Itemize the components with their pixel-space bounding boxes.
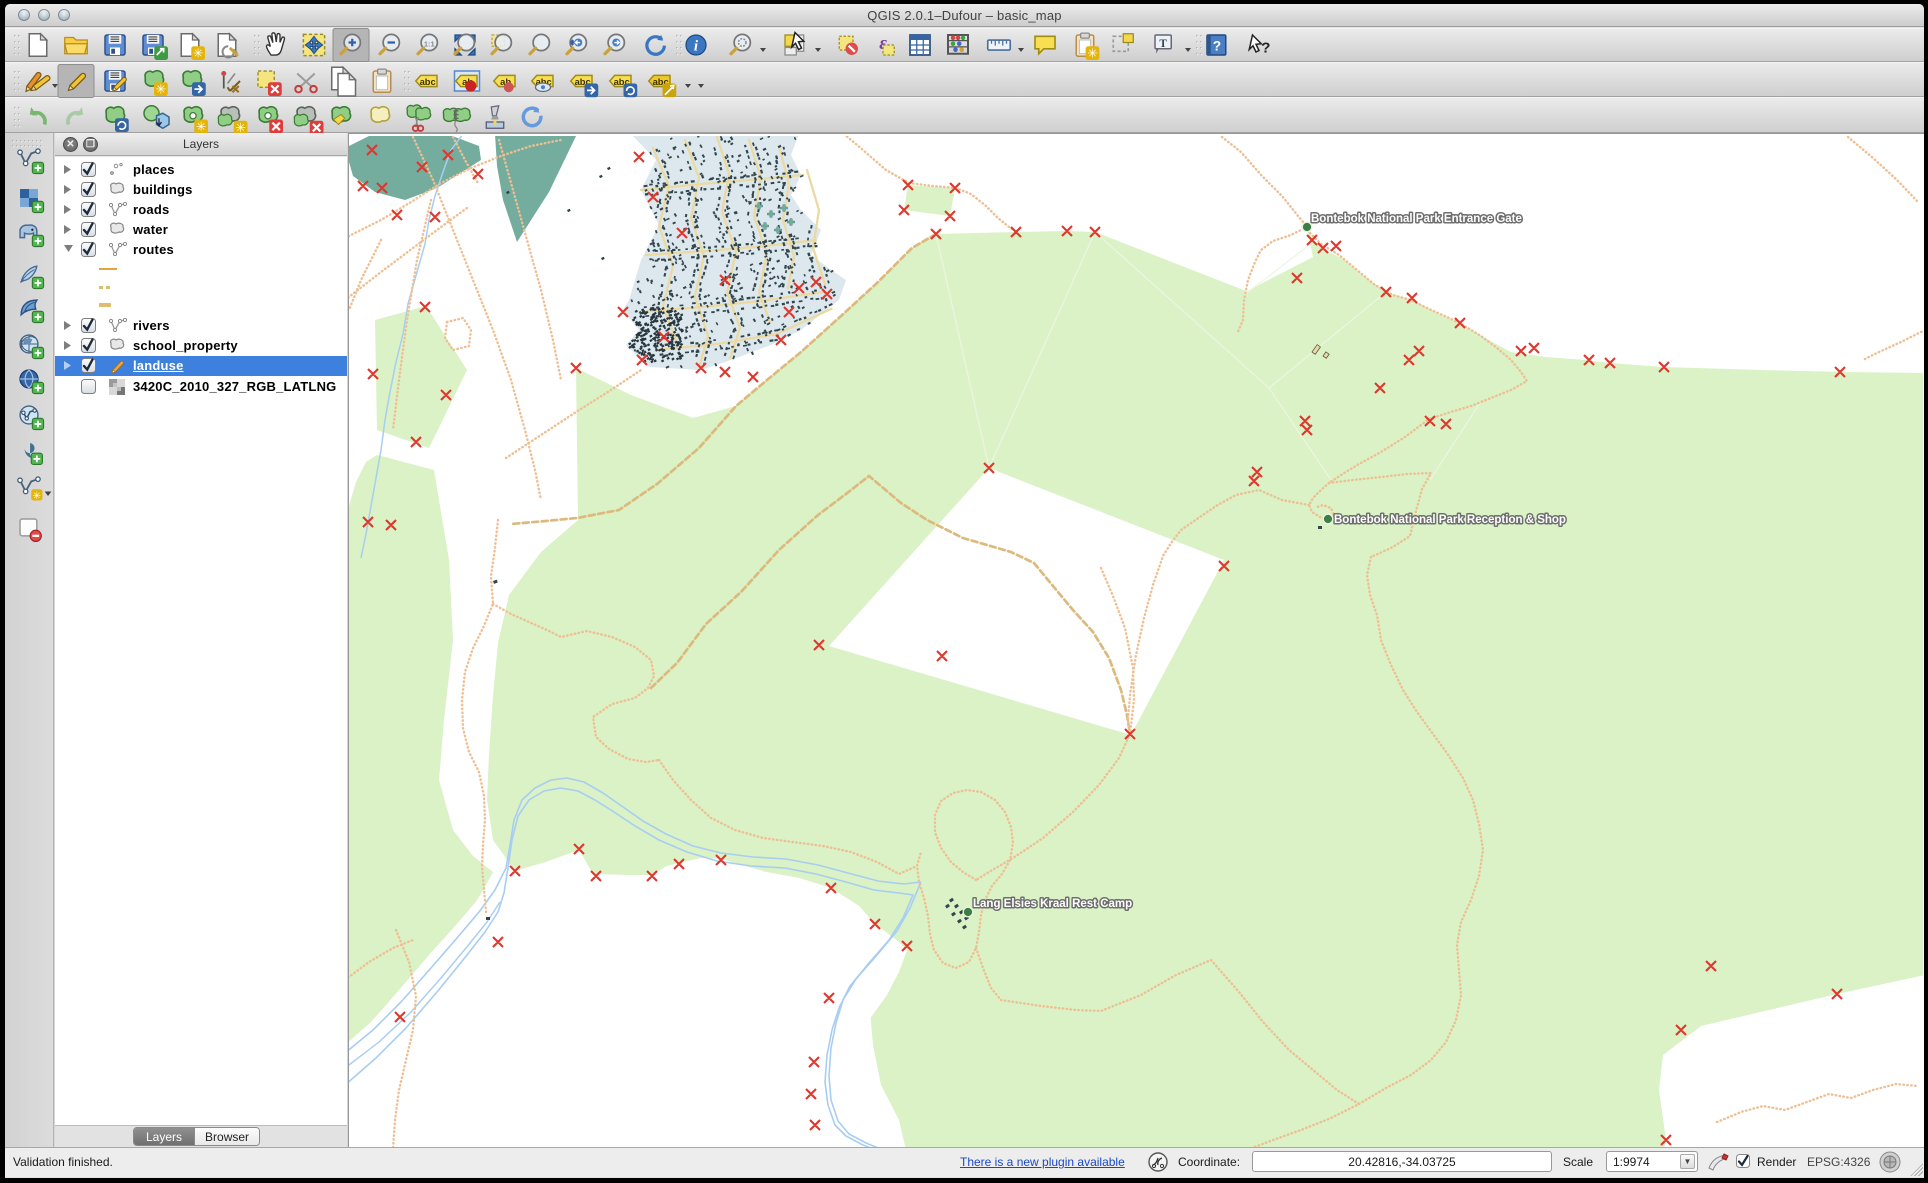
svg-text:✳: ✳ [196,120,207,133]
svg-text:✳: ✳ [193,47,204,61]
svg-text:✳: ✳ [235,121,246,133]
svg-text:T: T [1159,38,1167,50]
svg-text:Bontebok National Park Recepti: Bontebok National Park Reception & Shop [1334,514,1566,526]
svg-text:?: ? [1261,40,1270,57]
svg-text:1:1: 1:1 [424,39,435,48]
svg-text:abc: abc [420,77,436,87]
svg-text:✳: ✳ [156,83,167,97]
svg-text:✳: ✳ [1087,47,1098,61]
svg-text:Lang Elsies Kraal Rest Camp: Lang Elsies Kraal Rest Camp [973,898,1132,910]
svg-text:?: ? [1213,39,1221,54]
svg-text:Bontebok National Park Entranc: Bontebok National Park Entrance Gate [1311,213,1522,225]
svg-text:✳: ✳ [33,491,41,502]
